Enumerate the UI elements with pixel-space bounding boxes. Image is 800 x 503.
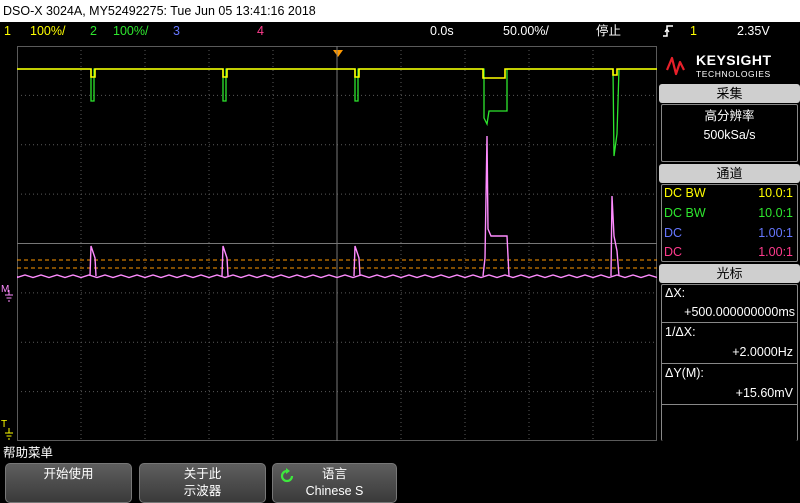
softkey-label: 示波器 [183,484,222,498]
delta-x-value: +500.000000000ms [684,305,795,319]
inv-delta-x-label: 1/ΔX: [665,325,696,339]
rotate-knob-icon [279,468,295,489]
delta-x-label: ΔX: [665,286,686,300]
ch1-scale[interactable]: 100%/ [30,22,65,41]
ground-icon [4,289,14,307]
ch2-scale[interactable]: 100%/ [113,22,148,41]
acquire-mode: 高分辨率 [704,109,755,123]
ch2-coupling: DC BW [664,206,706,220]
acquire-header: 采集 [659,84,800,103]
sample-rate: 500kSa/s [703,128,756,142]
ch1-number[interactable]: 1 [4,22,11,41]
ch3-probe-ratio: 1.00:1 [758,226,793,240]
math-trace-pulse [353,245,361,277]
language-softkey[interactable]: 语言 Chinese S [272,463,397,503]
ch3-number[interactable]: 3 [173,22,180,41]
delay-value[interactable]: 0.0s [430,22,454,41]
channels-box: DC BW 10.0:1 DC BW 10.0:1 DC 1.00:1 DC 1… [661,184,798,262]
brand-sub: TECHNOLOGIES [696,69,771,79]
ch4-probe-ratio: 1.00:1 [758,245,793,259]
trigger-level[interactable]: 2.35V [737,22,770,41]
trigger-source[interactable]: 1 [690,22,697,41]
ch4-coupling: DC [664,245,683,259]
acquire-box: 高分辨率 500kSa/s [661,104,798,162]
ground-icon [4,427,14,445]
brand-name: KEYSIGHT [696,52,772,68]
trigger-rising-edge-icon [662,22,674,46]
info-panel: KEYSIGHT TECHNOLOGIES 采集 高分辨率 500kSa/s 通… [659,44,800,441]
ch2-number[interactable]: 2 [90,22,97,41]
menu-title: 帮助菜单 [3,446,54,460]
delta-y-label: ΔY(M): [665,366,704,380]
window-title: DSO-X 3024A, MY52492275: Tue Jun 05 13:4… [0,0,800,22]
channels-header: 通道 [659,164,800,183]
timebase-value[interactable]: 50.00%/ [503,22,549,41]
run-state[interactable]: 停止 [596,22,621,41]
math-trace-pulse [221,245,229,277]
softkey-label: 开始使用 [43,467,94,481]
ch2-probe-ratio: 10.0:1 [758,206,793,220]
ch3-coupling: DC [664,226,683,240]
waveform-display[interactable] [17,46,657,441]
ch1-coupling: DC BW [664,186,706,200]
about-oscilloscope-softkey[interactable]: 关于此 示波器 [139,463,266,503]
cursors-header: 光标 [659,264,800,283]
inv-delta-x-value: +2.0000Hz [732,345,793,359]
ch4-number[interactable]: 4 [257,22,264,41]
ch1-probe-ratio: 10.0:1 [758,186,793,200]
keysight-logo: KEYSIGHT TECHNOLOGIES [661,46,798,84]
getting-started-softkey[interactable]: 开始使用 [5,463,132,503]
delta-y-value: +15.60mV [735,386,793,400]
cursors-box: ΔX: +500.000000000ms 1/ΔX: +2.0000Hz ΔY(… [661,284,798,441]
math-trace-pulse [482,135,510,277]
status-bar: 1 100%/ 2 100%/ 3 4 0.0s 50.00%/ 停止 1 2.… [0,22,800,41]
math-trace-pulse [89,245,97,277]
softkey-label: 关于此 [183,467,222,481]
math-trace-pulse [610,195,620,277]
